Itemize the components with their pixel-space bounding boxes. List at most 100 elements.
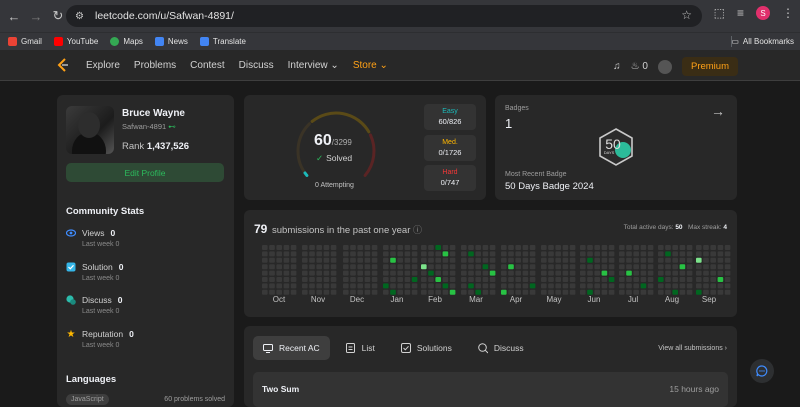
heatmap-cell[interactable] — [371, 289, 378, 295]
heatmap-cell[interactable] — [562, 277, 569, 282]
heatmap-cell[interactable] — [316, 277, 322, 282]
heatmap-cell[interactable] — [696, 257, 702, 263]
heatmap-cell[interactable] — [594, 283, 600, 289]
heatmap-cell[interactable] — [323, 251, 330, 257]
heatmap-cell[interactable] — [608, 270, 615, 276]
heatmap-cell[interactable] — [350, 277, 356, 282]
heatmap-cell[interactable] — [587, 245, 593, 250]
menu-icon[interactable]: ⋮ — [782, 6, 794, 20]
heatmap-cell[interactable] — [594, 245, 600, 250]
heatmap-cell[interactable] — [717, 283, 724, 289]
heatmap-cell[interactable] — [383, 257, 389, 263]
heatmap-cell[interactable] — [411, 277, 418, 282]
heatmap-cell[interactable] — [529, 289, 536, 295]
heatmap-cell[interactable] — [672, 257, 678, 263]
heatmap-cell[interactable] — [619, 264, 625, 270]
heatmap-cell[interactable] — [522, 257, 529, 263]
heatmap-cell[interactable] — [529, 257, 536, 263]
heatmap-cell[interactable] — [262, 277, 268, 282]
heatmap-cell[interactable] — [548, 264, 554, 270]
heatmap-cell[interactable] — [501, 289, 507, 295]
heatmap-cell[interactable] — [608, 264, 615, 270]
heatmap-cell[interactable] — [665, 257, 671, 263]
heatmap-cell[interactable] — [468, 251, 474, 257]
heatmap-cell[interactable] — [703, 245, 709, 250]
heatmap-cell[interactable] — [724, 270, 731, 276]
heatmap-cell[interactable] — [343, 251, 349, 257]
heatmap-cell[interactable] — [529, 270, 536, 276]
heatmap-cell[interactable] — [633, 283, 639, 289]
heatmap-cell[interactable] — [522, 264, 529, 270]
heatmap-cell[interactable] — [647, 270, 654, 276]
heatmap-cell[interactable] — [717, 264, 724, 270]
all-bookmarks[interactable]: ▭ All Bookmarks — [731, 37, 794, 46]
nav-interview[interactable]: Interview ⌄ — [288, 60, 339, 71]
heatmap-cell[interactable] — [461, 264, 467, 270]
heatmap-cell[interactable] — [594, 277, 600, 282]
heatmap-cell[interactable] — [529, 245, 536, 250]
heatmap-cell[interactable] — [562, 257, 569, 263]
heatmap-cell[interactable] — [679, 264, 686, 270]
heatmap-cell[interactable] — [330, 257, 337, 263]
heatmap-cell[interactable] — [390, 257, 396, 263]
heatmap-cell[interactable] — [569, 283, 576, 289]
heatmap-cell[interactable] — [435, 270, 441, 276]
heatmap-cell[interactable] — [665, 245, 671, 250]
heatmap-cell[interactable] — [350, 264, 356, 270]
heatmap-cell[interactable] — [601, 283, 608, 289]
heatmap-cell[interactable] — [316, 264, 322, 270]
heatmap-cell[interactable] — [383, 251, 389, 257]
heatmap-cell[interactable] — [383, 270, 389, 276]
heatmap-cell[interactable] — [703, 283, 709, 289]
heatmap-cell[interactable] — [421, 289, 427, 295]
heatmap-cell[interactable] — [302, 251, 308, 257]
heatmap-cell[interactable] — [435, 257, 441, 263]
heatmap-cell[interactable] — [679, 251, 686, 257]
heatmap-cell[interactable] — [461, 251, 467, 257]
heatmap-cell[interactable] — [323, 245, 330, 250]
heatmap-cell[interactable] — [626, 251, 632, 257]
heatmap-cell[interactable] — [276, 245, 282, 250]
heatmap-cell[interactable] — [515, 283, 521, 289]
heatmap-cell[interactable] — [724, 277, 731, 282]
heatmap-cell[interactable] — [461, 277, 467, 282]
nav-problems[interactable]: Problems — [134, 60, 176, 71]
heatmap-cell[interactable] — [330, 277, 337, 282]
heatmap-cell[interactable] — [515, 264, 521, 270]
heatmap-cell[interactable] — [397, 283, 403, 289]
heatmap-cell[interactable] — [580, 264, 586, 270]
chat-support-button[interactable] — [750, 359, 774, 383]
heatmap-cell[interactable] — [640, 257, 647, 263]
heatmap-cell[interactable] — [703, 270, 709, 276]
heatmap-cell[interactable] — [371, 277, 378, 282]
heatmap-cell[interactable] — [475, 251, 481, 257]
heatmap-cell[interactable] — [696, 270, 702, 276]
view-all-submissions-link[interactable]: View all submissions › — [658, 345, 727, 352]
heatmap-cell[interactable] — [569, 289, 576, 295]
heatmap-cell[interactable] — [482, 251, 489, 257]
heatmap-cell[interactable] — [541, 251, 547, 257]
heatmap-cell[interactable] — [717, 289, 724, 295]
heatmap-cell[interactable] — [330, 264, 337, 270]
heatmap-cell[interactable] — [449, 270, 456, 276]
heatmap-cell[interactable] — [608, 257, 615, 263]
heatmap-cell[interactable] — [461, 257, 467, 263]
heatmap-cell[interactable] — [587, 277, 593, 282]
heatmap-cell[interactable] — [442, 264, 449, 270]
site-settings-icon[interactable]: ⚙ — [75, 10, 87, 22]
heatmap-cell[interactable] — [482, 245, 489, 250]
heatmap-cell[interactable] — [449, 264, 456, 270]
heatmap-cell[interactable] — [411, 251, 418, 257]
heatmap-cell[interactable] — [548, 245, 554, 250]
media-icon[interactable]: ≡ — [737, 6, 744, 20]
heatmap-cell[interactable] — [390, 283, 396, 289]
heatmap-cell[interactable] — [555, 264, 561, 270]
heatmap-cell[interactable] — [461, 289, 467, 295]
heatmap-cell[interactable] — [522, 289, 529, 295]
heatmap-cell[interactable] — [461, 283, 467, 289]
heatmap-cell[interactable] — [442, 257, 449, 263]
heatmap-cell[interactable] — [343, 283, 349, 289]
heatmap-cell[interactable] — [475, 245, 481, 250]
heatmap-cell[interactable] — [489, 257, 496, 263]
heatmap-cell[interactable] — [717, 270, 724, 276]
